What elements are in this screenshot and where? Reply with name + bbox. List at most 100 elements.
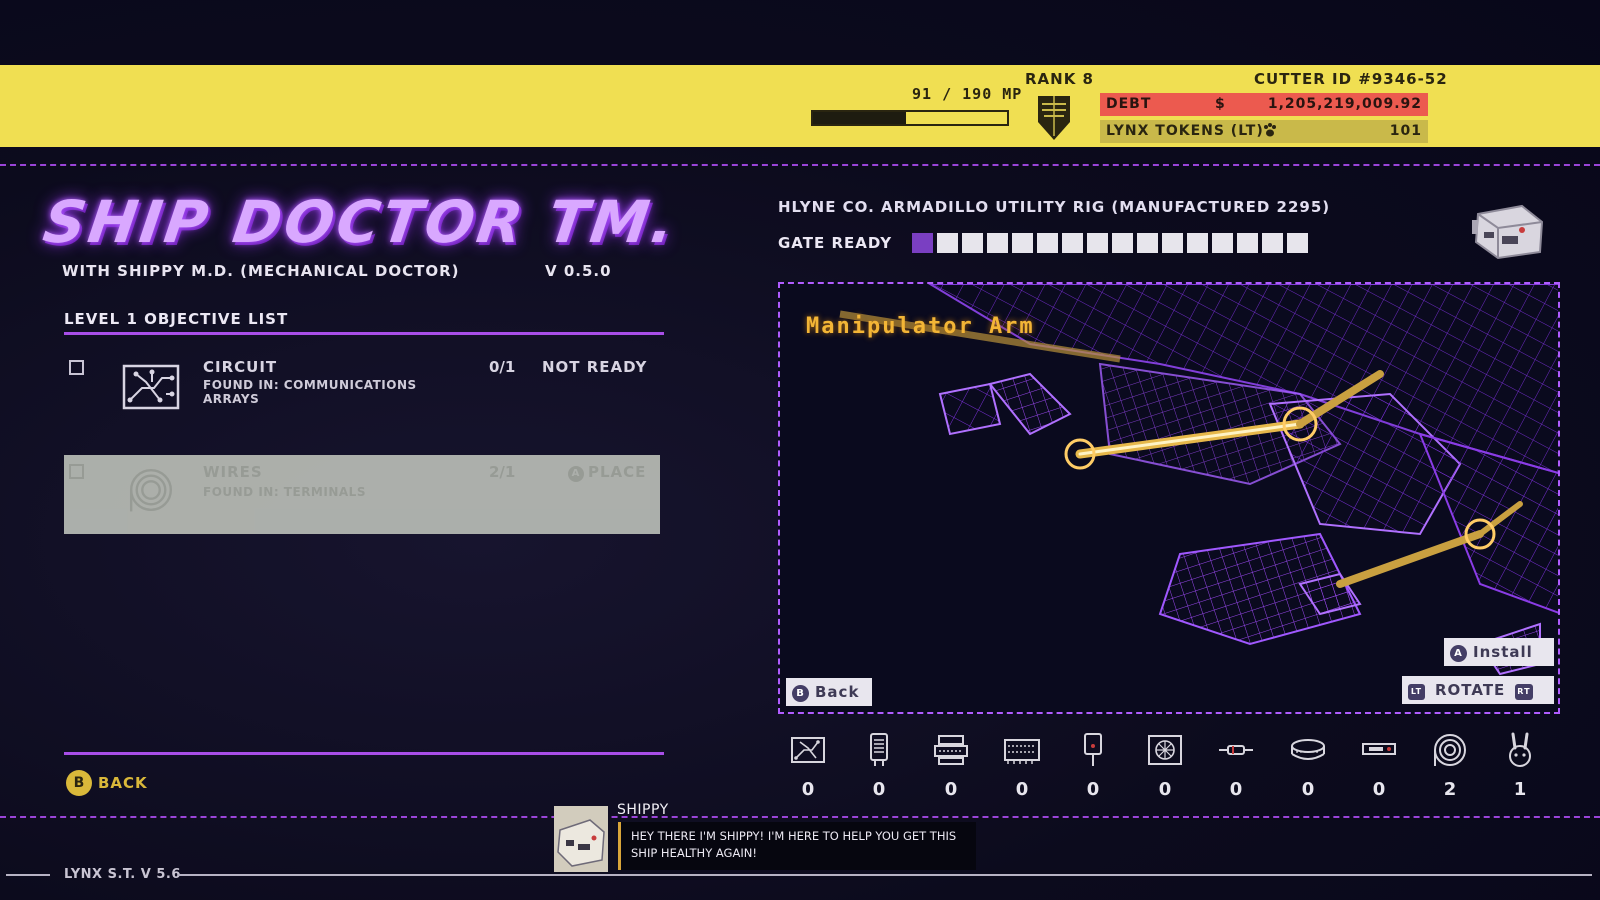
gate-ready-cell [1162, 233, 1183, 253]
manipulator-arm-wireframe [839, 284, 1558, 676]
footer-line [6, 874, 50, 876]
divider-bottom [0, 816, 1600, 818]
gate-ready-cell [1137, 233, 1158, 253]
debt-currency: $ [1215, 96, 1225, 112]
part-name: Manipulator Arm [806, 314, 1035, 339]
objective-count: 0/1 [489, 358, 516, 376]
gate-ready-meter [912, 233, 1308, 253]
lynx-tokens-value: 101 [1389, 123, 1422, 139]
wire-coil-icon [129, 468, 173, 512]
rank-label: RANK 8 [1025, 70, 1094, 88]
gate-ready-cell [1087, 233, 1108, 253]
mp-progress-fill [813, 112, 906, 124]
inventory-slot-resistor[interactable]: 0 [1206, 732, 1266, 802]
debt-value: 1,205,219,009.92 [1267, 96, 1422, 112]
paw-icon [1264, 123, 1276, 137]
capacitor-icon [934, 735, 968, 765]
mp-readout: 91 / 190 MP [912, 85, 1023, 103]
b-button-icon: B [66, 770, 92, 796]
a-button-icon: A [568, 466, 584, 482]
inventory-slot-wires[interactable]: 2 [1420, 732, 1480, 802]
shippy-avatar [554, 806, 608, 872]
rank-shield-icon [1038, 96, 1070, 140]
inventory-slot-lynx[interactable]: 1 [1490, 732, 1550, 802]
left-panel-divider [64, 752, 664, 755]
mp-progress-bar [811, 110, 1009, 126]
gate-ready-cell [1262, 233, 1283, 253]
inventory-count: 0 [1015, 779, 1029, 800]
inventory-slot-fuse[interactable]: 0 [1063, 732, 1123, 802]
install-button[interactable]: A Install [1444, 638, 1554, 666]
gate-ready-label: GATE READY [778, 234, 893, 252]
gate-ready-cell [1037, 233, 1058, 253]
back-button[interactable]: B BACK [66, 770, 148, 796]
inventory-count: 0 [1372, 779, 1386, 800]
inventory-slot-terminal[interactable]: 0 [849, 732, 909, 802]
install-label: Install [1473, 643, 1533, 661]
objective-status: NOT READY [542, 358, 648, 376]
inventory-count: 0 [1158, 779, 1172, 800]
circuit-board-icon [791, 737, 825, 763]
inventory-slot-battery[interactable]: 0 [1278, 732, 1338, 802]
footer-line [178, 874, 1592, 876]
viewport-back-label: Back [815, 683, 860, 701]
inventory-bar: 0 0 0 0 0 0 0 0 0 2 1 [778, 732, 1548, 802]
lt-button-icon: LT [1408, 684, 1425, 700]
objective-name: CIRCUIT [203, 358, 278, 376]
a-button-icon: A [1450, 645, 1467, 662]
dialogue-speaker: SHIPPY [617, 802, 669, 818]
inventory-count: 0 [872, 779, 886, 800]
objective-divider [64, 332, 664, 335]
gate-ready-cell [962, 233, 983, 253]
lynx-tokens-row: LYNX TOKENS (LT) 101 [1100, 120, 1428, 143]
objective-name: WIRES [203, 463, 263, 481]
viewport-back-button[interactable]: B Back [786, 678, 872, 706]
app-subtitle: WITH SHIPPY M.D. (MECHANICAL DOCTOR) [62, 262, 460, 280]
gate-ready-cell [1212, 233, 1233, 253]
part-viewport[interactable]: Manipulator Arm A Install LT ROTATE RT B Bac… [778, 282, 1560, 714]
objective-checkbox[interactable] [69, 360, 84, 375]
wire-coil-icon [1434, 734, 1466, 766]
inventory-count: 0 [1229, 779, 1243, 800]
inventory-count: 0 [801, 779, 815, 800]
cutter-id: CUTTER ID #9346-52 [1254, 70, 1448, 88]
terminal-icon [870, 733, 888, 766]
resistor-icon [1219, 745, 1253, 755]
back-label: BACK [98, 774, 148, 792]
lynx-tokens-label: LYNX TOKENS (LT) [1106, 123, 1264, 139]
gate-ready-cell [1187, 233, 1208, 253]
inventory-slot-connector[interactable]: 0 [1349, 732, 1409, 802]
inventory-slot-fan[interactable]: 0 [1135, 732, 1195, 802]
fuse-icon [1084, 733, 1102, 766]
circuit-board-icon [122, 364, 180, 410]
inventory-count: 2 [1443, 779, 1457, 800]
objective-circuit[interactable]: CIRCUIT FOUND IN: COMMUNICATIONS ARRAYS … [64, 358, 660, 418]
dialogue-box[interactable]: HEY THERE I'M SHIPPY! I'M HERE TO HELP Y… [618, 822, 976, 870]
gate-ready-cell [937, 233, 958, 253]
inventory-slot-ram[interactable]: 0 [992, 732, 1052, 802]
rt-button-icon: RT [1515, 684, 1533, 700]
divider-top [0, 164, 1600, 166]
app-version: V 0.5.0 [545, 262, 612, 280]
inventory-slot-capacitor[interactable]: 0 [921, 732, 981, 802]
inventory-slot-circuit[interactable]: 0 [778, 732, 838, 802]
gate-ready-cell [1062, 233, 1083, 253]
gate-ready-cell [912, 233, 933, 253]
footer-version: LYNX S.T. V 5.6 [64, 867, 181, 882]
inventory-count: 0 [1086, 779, 1100, 800]
ram-chip-icon [1004, 739, 1040, 764]
battery-cell-icon [1291, 739, 1325, 760]
objective-wires[interactable]: WIRES FOUND IN: TERMINALS 2/1 A PLACE [64, 455, 660, 534]
objective-list-title: LEVEL 1 OBJECTIVE LIST [64, 310, 289, 328]
connector-icon [1362, 743, 1396, 755]
inventory-count: 1 [1513, 779, 1527, 800]
place-button[interactable]: A PLACE [568, 463, 646, 482]
gate-ready-cell [987, 233, 1008, 253]
inventory-count: 0 [944, 779, 958, 800]
gate-ready-cell [1287, 233, 1308, 253]
ship-thumbnail-icon [1472, 204, 1544, 260]
inventory-count: 0 [1301, 779, 1315, 800]
rotate-button[interactable]: LT ROTATE RT [1402, 676, 1554, 704]
objective-checkbox[interactable] [69, 464, 84, 479]
place-label: PLACE [588, 463, 647, 481]
